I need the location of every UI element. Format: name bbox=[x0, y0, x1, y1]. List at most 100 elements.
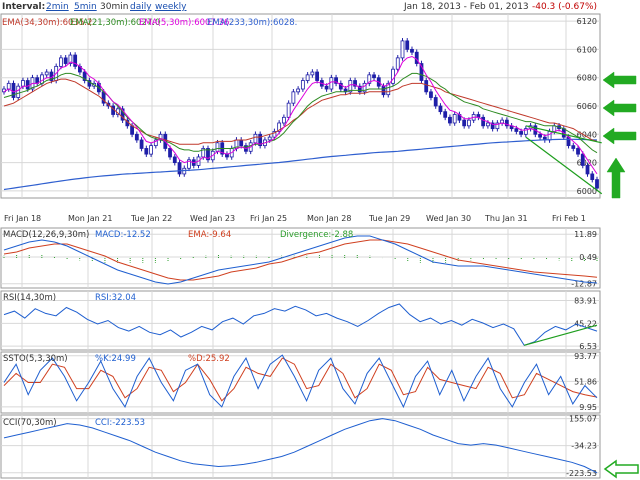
candle-body-28 bbox=[134, 133, 139, 141]
candle-body-3 bbox=[16, 85, 21, 98]
candle-body-45 bbox=[215, 142, 220, 152]
candle-body-102 bbox=[485, 122, 490, 127]
price-ytick-6: 6120 bbox=[577, 17, 597, 26]
candle-body-95 bbox=[452, 114, 457, 124]
candle-body-82 bbox=[391, 68, 395, 84]
candle-body-1 bbox=[6, 82, 11, 90]
arrow-left-icon-2 bbox=[602, 99, 637, 117]
candle-body-63 bbox=[300, 80, 305, 90]
rsi-ytick-0: 83.91 bbox=[574, 296, 597, 305]
rsi-ytick-2: 6.53 bbox=[579, 342, 597, 351]
macd-ytick-1: 0.49 bbox=[579, 253, 597, 262]
candle-body-9 bbox=[44, 71, 49, 76]
candle-body-78 bbox=[372, 74, 376, 79]
macd-ytick-0: 11.89 bbox=[574, 230, 597, 239]
candle-body-69 bbox=[329, 77, 334, 90]
x-axis-label-4: Fri Jan 25 bbox=[250, 214, 287, 223]
candle-body-30 bbox=[144, 148, 149, 155]
candle-body-60 bbox=[286, 102, 291, 118]
candle-body-50 bbox=[239, 139, 244, 147]
candle-body-122 bbox=[580, 153, 585, 166]
candle-body-37 bbox=[177, 162, 182, 175]
cci-ytick-1: -34.23 bbox=[571, 442, 597, 451]
candle-body-61 bbox=[291, 91, 296, 104]
chart-canvas: 6000602060406060608061006120EMA(34,30m):… bbox=[0, 13, 639, 479]
candle-body-97 bbox=[462, 119, 467, 127]
x-axis-label-3: Wed Jan 23 bbox=[190, 214, 235, 223]
candle-body-62 bbox=[296, 88, 301, 93]
rsi-legend-name: RSI(14,30m) bbox=[3, 293, 56, 303]
macd-legend-ema: EMA:-9.64 bbox=[188, 230, 231, 240]
candle-body-113 bbox=[538, 133, 542, 138]
price-ytick-5: 6100 bbox=[577, 45, 597, 54]
candle-body-68 bbox=[324, 85, 329, 90]
price-legend-item-3: EMA(233,30m):6028. bbox=[207, 18, 297, 28]
candle-body-35 bbox=[168, 148, 172, 158]
candle-body-4 bbox=[21, 80, 25, 87]
candle-body-65 bbox=[310, 71, 315, 76]
candle-body-84 bbox=[400, 40, 405, 59]
candle-body-87 bbox=[414, 51, 419, 64]
macd-ytick-2: -12.87 bbox=[571, 280, 597, 289]
candle-body-56 bbox=[267, 136, 272, 141]
x-axis-label-1: Mon Jan 21 bbox=[68, 214, 112, 223]
macd-legend-name: MACD(12,26,9,30m) bbox=[3, 230, 89, 240]
cci-legend-value: CCI:-223.53 bbox=[95, 418, 145, 428]
candle-body-80 bbox=[381, 85, 386, 96]
candle-body-125 bbox=[595, 179, 599, 189]
candle-body-116 bbox=[552, 125, 557, 132]
candle-body-124 bbox=[590, 173, 595, 180]
x-axis-label-5: Mon Jan 28 bbox=[307, 214, 351, 223]
candle-body-115 bbox=[547, 131, 552, 141]
x-axis-label-0: Fri Jan 18 bbox=[4, 214, 41, 223]
candle-body-31 bbox=[149, 145, 153, 155]
candle-body-91 bbox=[433, 97, 438, 107]
candle-body-94 bbox=[448, 116, 452, 124]
candle-body-53 bbox=[253, 133, 258, 144]
candle-body-123 bbox=[585, 165, 590, 175]
macd-legend-divergence: Divergence:-2.88 bbox=[280, 230, 353, 240]
macd-legend-value: MACD:-12.52 bbox=[95, 230, 151, 240]
ssto-legend-d: %D:25.92 bbox=[188, 354, 230, 364]
candle-body-27 bbox=[130, 125, 134, 135]
arrow-up-icon bbox=[606, 157, 626, 199]
x-axis-label-6: Tue Jan 29 bbox=[368, 214, 410, 223]
candle-body-59 bbox=[281, 116, 286, 124]
x-axis-label-9: Fri Feb 1 bbox=[552, 214, 586, 223]
candle-body-12 bbox=[59, 57, 63, 67]
rsi-legend-value: RSI:32.04 bbox=[95, 293, 136, 303]
candle-body-93 bbox=[443, 111, 448, 118]
arrow-left-icon-3 bbox=[602, 127, 637, 145]
price-ytick-3: 6060 bbox=[577, 102, 597, 111]
candle-body-121 bbox=[576, 148, 580, 155]
x-axis-label-7: Wed Jan 30 bbox=[426, 214, 471, 223]
cci-panel-frame bbox=[0, 414, 601, 479]
candle-body-98 bbox=[467, 119, 471, 127]
ssto-ytick-0: 93.77 bbox=[574, 352, 597, 361]
candle-body-108 bbox=[514, 128, 519, 132]
arrow-left-icon-1 bbox=[602, 71, 637, 89]
x-axis-label-2: Tue Jan 22 bbox=[130, 214, 172, 223]
candle-body-90 bbox=[429, 91, 433, 98]
candle-body-101 bbox=[481, 116, 486, 127]
candle-body-64 bbox=[305, 74, 310, 81]
candle-body-29 bbox=[139, 139, 144, 149]
cci-legend-name: CCI(70,30m) bbox=[3, 418, 57, 428]
candle-body-36 bbox=[172, 156, 177, 164]
ssto-legend-name: SSTO(5,3,30m) bbox=[3, 354, 68, 364]
candle-body-89 bbox=[424, 80, 429, 93]
ssto-legend-k: %K:24.99 bbox=[95, 354, 136, 364]
ssto-ytick-1: 51.86 bbox=[574, 377, 597, 386]
x-axis-label-8: Thu Jan 31 bbox=[484, 214, 528, 223]
price-ytick-4: 6080 bbox=[577, 74, 597, 83]
candle-body-13 bbox=[63, 57, 68, 64]
candle-body-85 bbox=[405, 40, 410, 50]
candle-body-8 bbox=[40, 74, 44, 84]
candle-body-120 bbox=[571, 145, 576, 149]
candle-body-66 bbox=[315, 71, 320, 81]
ssto-ytick-2: 9.95 bbox=[579, 403, 597, 412]
candle-body-5 bbox=[25, 80, 30, 90]
candle-body-83 bbox=[395, 57, 400, 70]
candle-body-86 bbox=[410, 48, 414, 53]
candle-body-109 bbox=[519, 131, 523, 135]
